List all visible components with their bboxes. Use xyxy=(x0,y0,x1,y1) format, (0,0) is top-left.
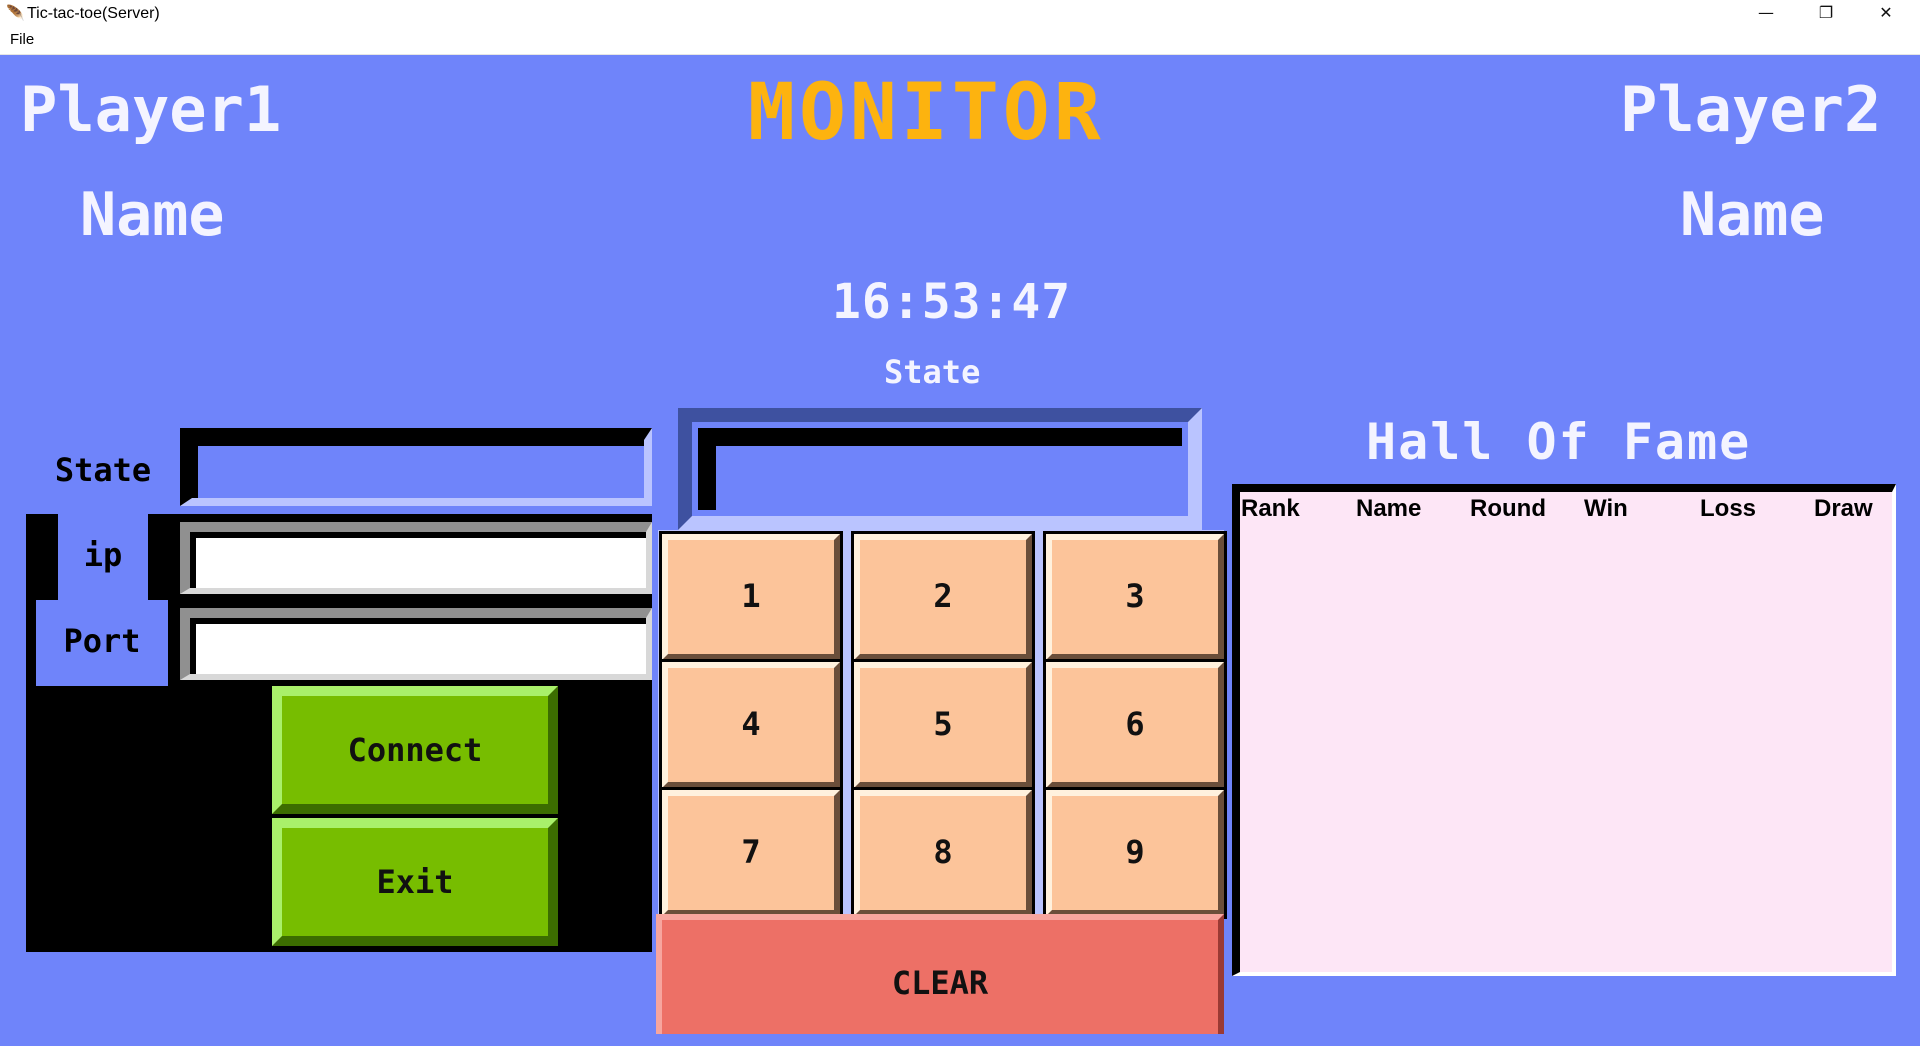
ip-label: ip xyxy=(83,536,123,574)
cell-7-button[interactable]: 7 xyxy=(659,787,843,919)
player2-name: Name xyxy=(1680,180,1825,250)
connection-state-field xyxy=(180,428,652,506)
player1-label: Player1 xyxy=(20,73,282,146)
hall-of-fame-table xyxy=(1232,484,1896,976)
port-field[interactable] xyxy=(180,608,652,680)
cell-4-button[interactable]: 4 xyxy=(659,659,843,791)
connect-button[interactable]: Connect xyxy=(272,686,558,814)
column-header-draw: Draw xyxy=(1814,495,1873,522)
window-title: Tic-tac-toe(Server) xyxy=(27,5,160,22)
column-header-name: Name xyxy=(1356,495,1422,522)
menu-bar xyxy=(0,28,1920,55)
title-bar xyxy=(0,0,1920,28)
clock: 16:53:47 xyxy=(832,274,1072,330)
player2-label: Player2 xyxy=(1620,73,1882,146)
cell-1-button[interactable]: 1 xyxy=(659,531,843,663)
game-state-value xyxy=(698,428,1182,510)
column-header-rank: Rank xyxy=(1241,495,1300,522)
cell-2-button[interactable]: 2 xyxy=(851,531,1035,663)
ip-input[interactable] xyxy=(190,532,646,588)
cell-3-button[interactable]: 3 xyxy=(1043,531,1227,663)
field-shadow xyxy=(190,618,196,674)
field-shadow xyxy=(192,440,644,446)
port-label: Port xyxy=(63,622,141,660)
cell-8-button[interactable]: 8 xyxy=(851,787,1035,919)
close-button[interactable]: ✕ xyxy=(1856,0,1916,28)
hall-of-fame-title: Hall Of Fame xyxy=(1366,413,1752,471)
field-shadow xyxy=(190,532,196,588)
ip-field[interactable] xyxy=(180,522,652,594)
cell-9-button[interactable]: 9 xyxy=(1043,787,1227,919)
field-shadow xyxy=(192,440,198,498)
game-state-label: State xyxy=(884,353,981,391)
cell-6-button[interactable]: 6 xyxy=(1043,659,1227,791)
page-title: MONITOR xyxy=(748,68,1105,158)
cell-5-button[interactable]: 5 xyxy=(851,659,1035,791)
clear-button[interactable]: CLEAR xyxy=(656,914,1224,1034)
field-shadow xyxy=(190,618,646,624)
minimize-button[interactable]: — xyxy=(1736,0,1796,28)
menu-file[interactable]: File xyxy=(10,30,34,50)
exit-button[interactable]: Exit xyxy=(272,818,558,946)
column-header-loss: Loss xyxy=(1700,495,1757,522)
port-input[interactable] xyxy=(190,618,646,674)
column-header-win: Win xyxy=(1584,495,1628,522)
player1-name: Name xyxy=(80,180,225,250)
connection-state-label: State xyxy=(54,451,152,489)
restore-button[interactable]: ❐ xyxy=(1796,0,1856,28)
feather-icon: 🪶 xyxy=(6,4,25,22)
field-shadow xyxy=(190,532,646,538)
column-header-round: Round xyxy=(1470,495,1546,522)
